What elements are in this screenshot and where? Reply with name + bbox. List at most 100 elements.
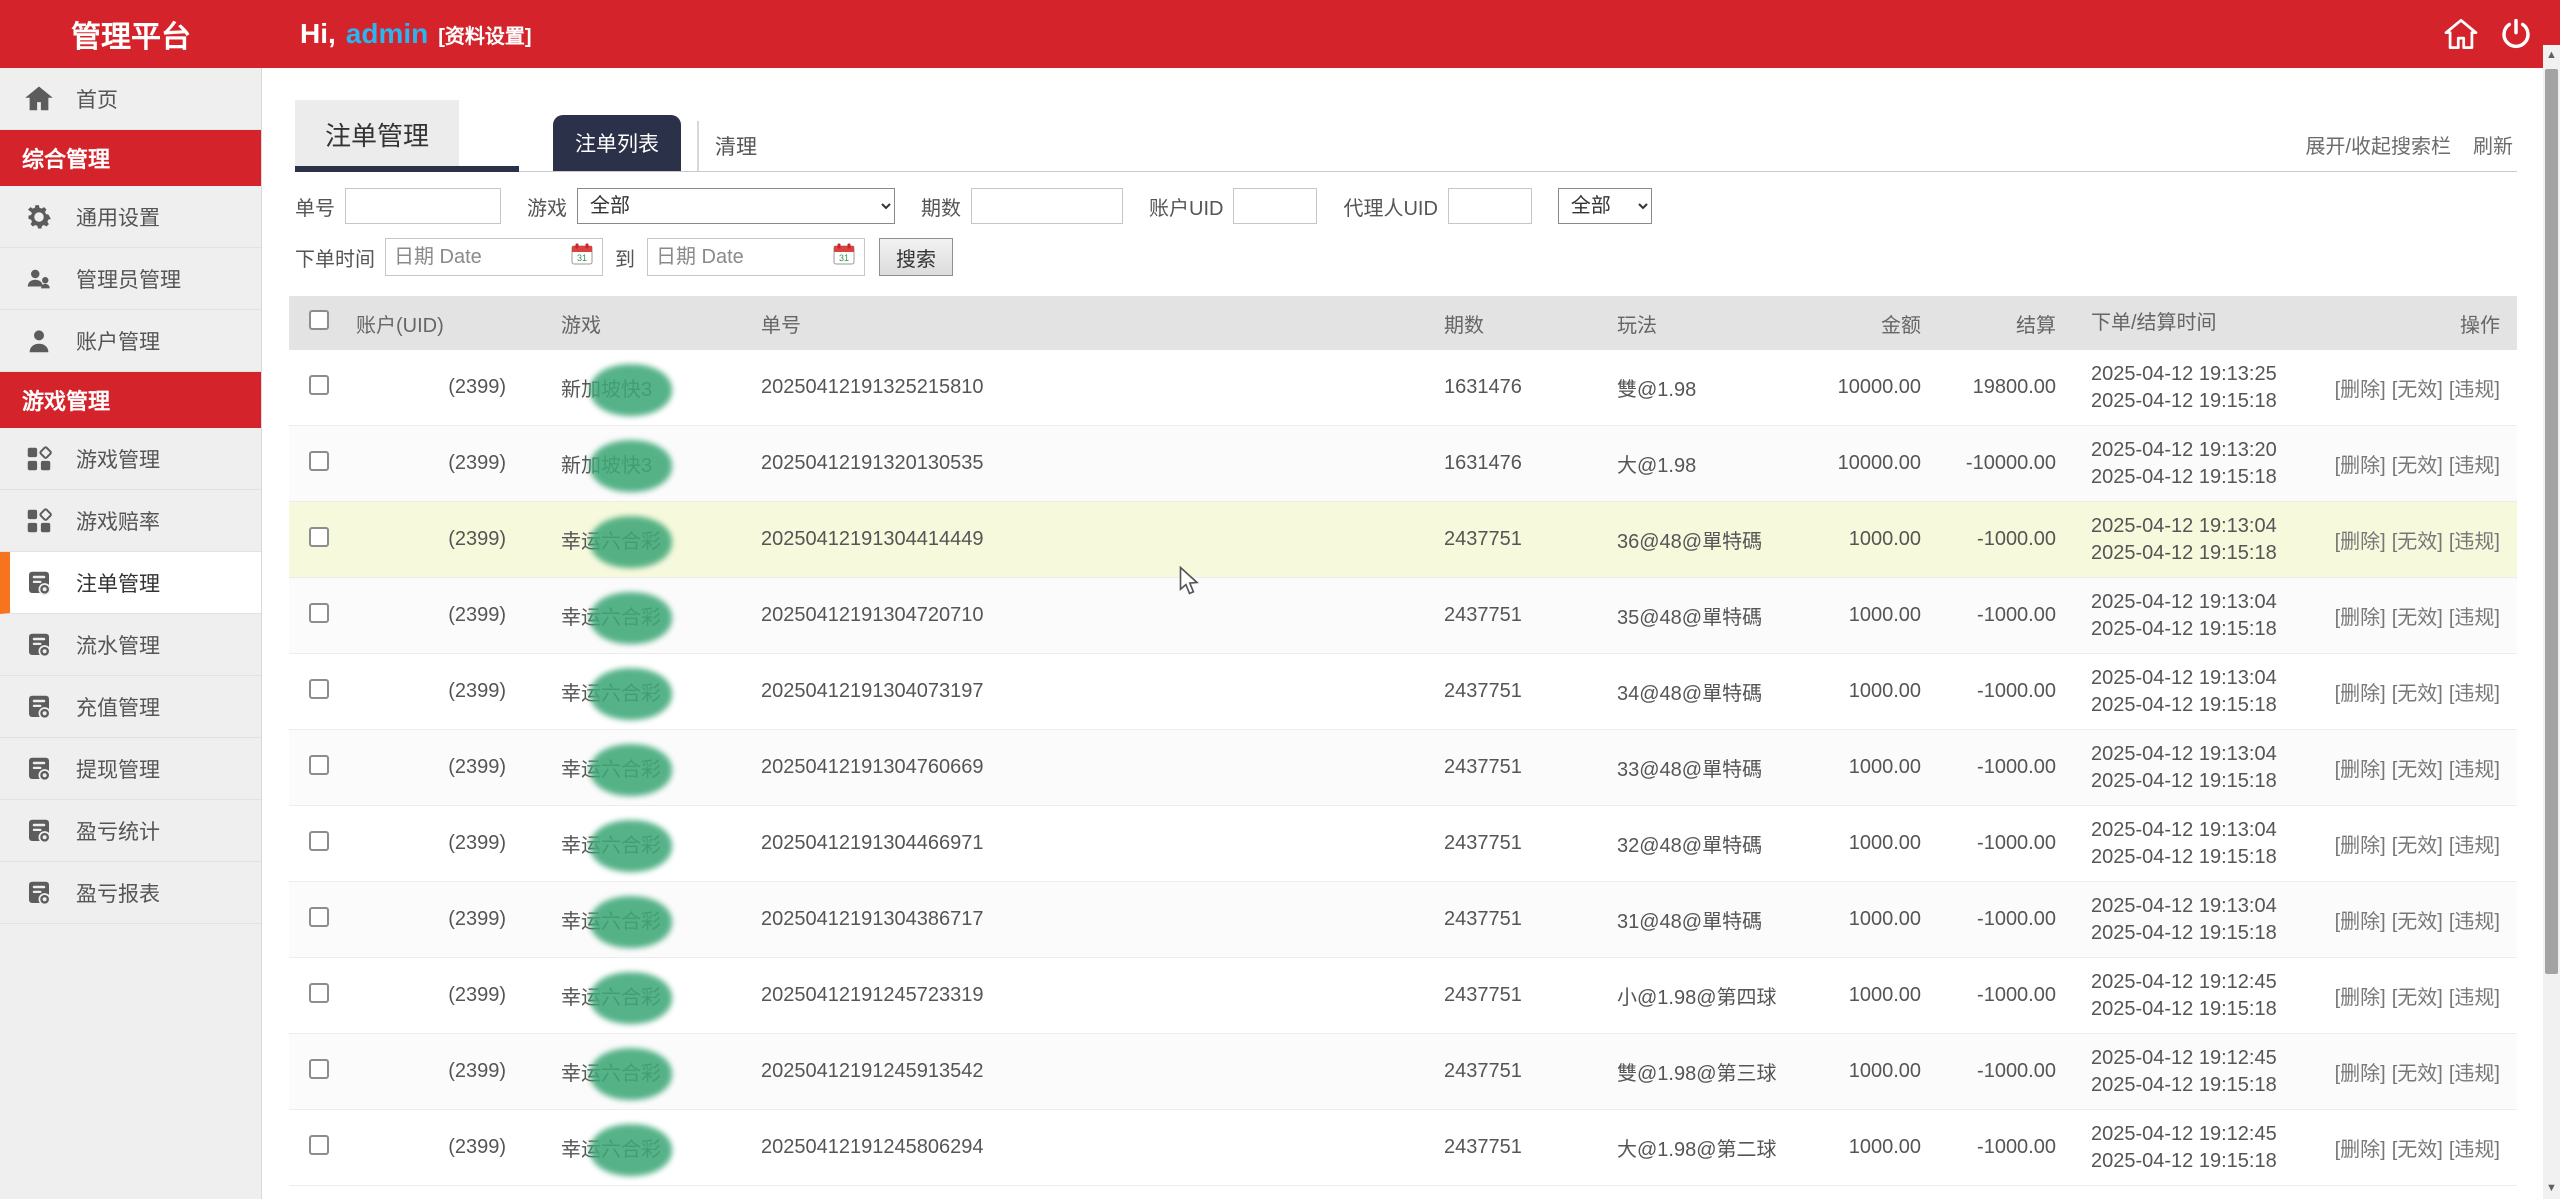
username: admin	[345, 18, 429, 49]
sidebar-item-盈亏统计[interactable]: 盈亏统计	[0, 800, 261, 862]
scroll-up-arrow[interactable]: ▲	[2543, 47, 2560, 64]
search-button[interactable]: 搜索	[879, 238, 953, 276]
row-checkbox[interactable]	[309, 374, 329, 395]
row-checkbox[interactable]	[309, 754, 329, 775]
row-action-link[interactable]: [无效]	[2392, 911, 2443, 933]
cell-account-uid: (2399)	[448, 756, 506, 778]
home-icon[interactable]	[2444, 19, 2478, 49]
row-action-link[interactable]: [无效]	[2392, 683, 2443, 705]
cell-order-no: 20250412191304386717	[761, 908, 984, 930]
sidebar-item-充值管理[interactable]: 充值管理	[0, 676, 261, 738]
vertical-scrollbar[interactable]: ▲ ▼	[2543, 45, 2560, 1199]
row-action-link[interactable]: [删除]	[2335, 1063, 2386, 1085]
row-action-link[interactable]: [违规]	[2449, 531, 2500, 553]
cell-account-uid: (2399)	[448, 1060, 506, 1082]
row-action-link[interactable]: [违规]	[2449, 1139, 2500, 1161]
date-to-input[interactable]	[656, 245, 828, 269]
row-action-link[interactable]: [无效]	[2392, 835, 2443, 857]
sidebar-item-提现管理[interactable]: 提现管理	[0, 738, 261, 800]
row-action-link[interactable]: [删除]	[2335, 531, 2386, 553]
cell-period: 2437751	[1444, 908, 1522, 930]
sidebar: 首页 综合管理 通用设置 管理员管理 账户管理 游戏管理 游戏管理 游戏赔率 注…	[0, 68, 262, 1199]
sidebar-item-盈亏报表[interactable]: 盈亏报表	[0, 862, 261, 924]
row-action-link[interactable]: [无效]	[2392, 607, 2443, 629]
game-select[interactable]: 全部	[577, 188, 895, 224]
row-action-link[interactable]: [删除]	[2335, 607, 2386, 629]
row-action-link[interactable]: [删除]	[2335, 1139, 2386, 1161]
row-action-link[interactable]: [违规]	[2449, 759, 2500, 781]
row-checkbox[interactable]	[309, 1058, 329, 1079]
period-input[interactable]	[971, 188, 1123, 224]
row-action-link[interactable]: [删除]	[2335, 835, 2386, 857]
row-action-link[interactable]: [无效]	[2392, 759, 2443, 781]
scroll-down-arrow[interactable]: ▼	[2543, 1180, 2560, 1197]
row-action-link[interactable]: [删除]	[2335, 987, 2386, 1009]
row-checkbox[interactable]	[309, 678, 329, 699]
row-checkbox[interactable]	[309, 830, 329, 851]
logout-power-icon[interactable]	[2500, 18, 2532, 50]
sidebar-item-管理员管理[interactable]: 管理员管理	[0, 248, 261, 310]
sidebar-item-流水管理[interactable]: 流水管理	[0, 614, 261, 676]
sidebar-item-注单管理[interactable]: 注单管理	[0, 552, 261, 614]
cell-play: 35@48@單特碼	[1617, 607, 1763, 629]
row-action-link[interactable]: [删除]	[2335, 911, 2386, 933]
select-all-checkbox[interactable]	[309, 310, 329, 330]
row-action-link[interactable]: [违规]	[2449, 987, 2500, 1009]
row-checkbox[interactable]	[309, 526, 329, 547]
sidebar-section-header: 游戏管理	[0, 372, 261, 428]
row-action-link[interactable]: [违规]	[2449, 911, 2500, 933]
agent-uid-input[interactable]	[1447, 188, 1532, 224]
cell-order-no: 20250412191304760669	[761, 756, 984, 778]
cell-actions: [删除] [无效] [违规]	[2299, 677, 2517, 706]
status-select[interactable]: 全部	[1557, 188, 1652, 224]
row-action-link[interactable]: [删除]	[2335, 759, 2386, 781]
tab-order-list[interactable]: 注单列表	[553, 115, 682, 171]
row-checkbox[interactable]	[309, 1134, 329, 1155]
sidebar-item-通用设置[interactable]: 通用设置	[0, 186, 261, 248]
gear-icon	[24, 202, 54, 232]
sidebar-item-游戏赔率[interactable]: 游戏赔率	[0, 490, 261, 552]
cell-settle: -1000.00	[1977, 1136, 2056, 1158]
row-checkbox[interactable]	[309, 450, 329, 471]
calendar-icon[interactable]: 31	[832, 242, 856, 272]
row-action-link[interactable]: [删除]	[2335, 379, 2386, 401]
account-uid-input[interactable]	[1233, 188, 1318, 224]
table-row: (2399) 幸运六合彩 20250412191304386717 243775…	[289, 882, 2517, 958]
row-action-link[interactable]: [无效]	[2392, 1063, 2443, 1085]
profile-settings-link[interactable]: [资料设置]	[438, 20, 531, 49]
order-no-input[interactable]	[345, 188, 501, 224]
cell-order-no: 20250412191304720710	[761, 604, 984, 626]
tab-cleanup[interactable]: 清理	[697, 121, 773, 171]
cell-actions: [删除] [无效] [违规]	[2299, 1133, 2517, 1162]
row-action-link[interactable]: [无效]	[2392, 379, 2443, 401]
row-action-link[interactable]: [违规]	[2449, 455, 2500, 477]
toggle-search-bar-link[interactable]: 展开/收起搜索栏	[2305, 130, 2451, 159]
sidebar-item-首页[interactable]: 首页	[0, 68, 261, 130]
row-action-link[interactable]: [违规]	[2449, 835, 2500, 857]
grid-icon	[24, 506, 54, 536]
refresh-link[interactable]: 刷新	[2473, 130, 2513, 159]
row-action-link[interactable]: [违规]	[2449, 683, 2500, 705]
row-action-link[interactable]: [无效]	[2392, 1139, 2443, 1161]
row-action-link[interactable]: [删除]	[2335, 683, 2386, 705]
scrollbar-thumb[interactable]	[2545, 69, 2558, 974]
row-checkbox[interactable]	[309, 982, 329, 1003]
report-icon	[24, 568, 54, 598]
sidebar-item-游戏管理[interactable]: 游戏管理	[0, 428, 261, 490]
cell-order-no: 20250412191245913542	[761, 1060, 984, 1082]
row-action-link[interactable]: [无效]	[2392, 455, 2443, 477]
calendar-icon[interactable]: 31	[570, 242, 594, 272]
row-action-link[interactable]: [无效]	[2392, 531, 2443, 553]
sidebar-item-账户管理[interactable]: 账户管理	[0, 310, 261, 372]
row-checkbox[interactable]	[309, 906, 329, 927]
cell-play: 33@48@單特碼	[1617, 759, 1763, 781]
cell-account-uid: (2399)	[448, 680, 506, 702]
date-from-input[interactable]	[394, 245, 566, 269]
row-action-link[interactable]: [无效]	[2392, 987, 2443, 1009]
row-checkbox[interactable]	[309, 602, 329, 623]
sidebar-item-label: 游戏管理	[76, 448, 160, 472]
row-action-link[interactable]: [违规]	[2449, 1063, 2500, 1085]
row-action-link[interactable]: [删除]	[2335, 455, 2386, 477]
row-action-link[interactable]: [违规]	[2449, 379, 2500, 401]
row-action-link[interactable]: [违规]	[2449, 607, 2500, 629]
